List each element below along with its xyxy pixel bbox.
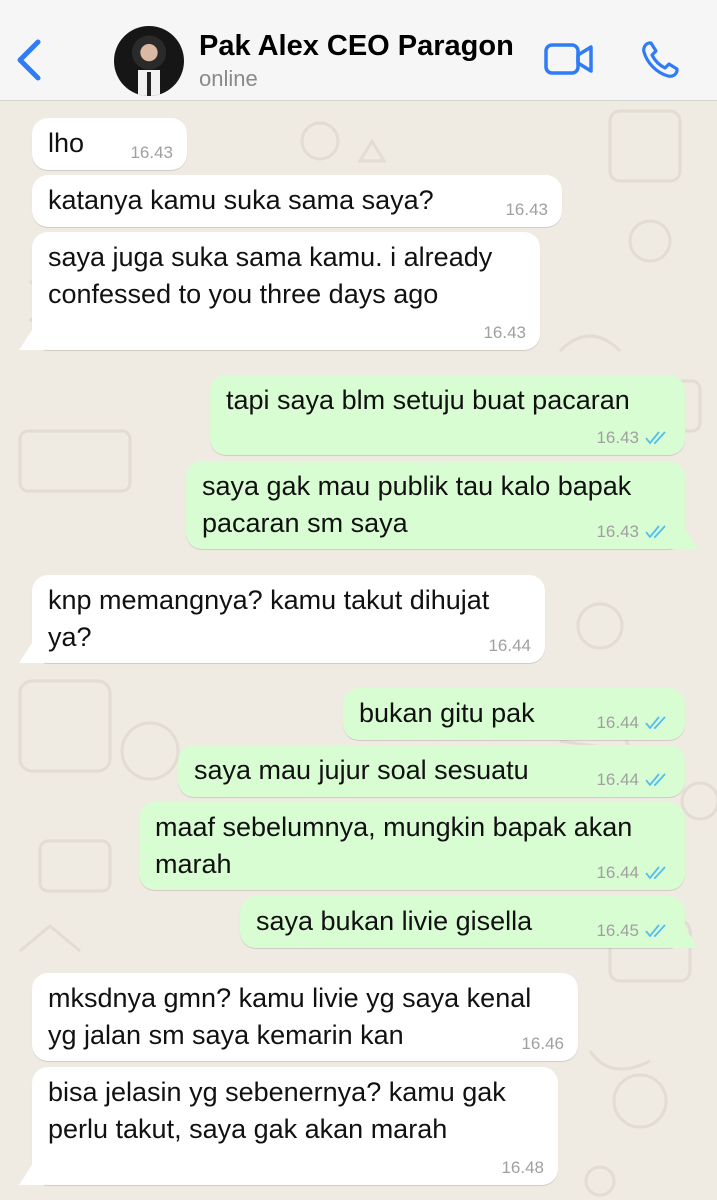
chat-header: Pak Alex CEO Paragon online (0, 0, 717, 101)
message-time: 16.44 (596, 713, 639, 732)
message-outgoing[interactable]: saya bukan livie gisella 16.45 (240, 896, 685, 948)
message-time: 16.44 (596, 863, 639, 882)
message-time: 16.48 (501, 1158, 544, 1177)
read-receipt-icon (645, 773, 666, 787)
message-outgoing[interactable]: maaf sebelumnya, mungkin bapak akan mara… (139, 802, 685, 890)
message-text: saya bukan livie gisella (256, 906, 533, 936)
read-receipt-icon (645, 716, 666, 730)
video-call-icon[interactable] (544, 42, 594, 76)
message-time: 16.46 (521, 1034, 564, 1053)
message-time: 16.44 (488, 636, 531, 655)
message-incoming[interactable]: bisa jelasin yg sebenernya? kamu gak per… (32, 1067, 558, 1185)
message-meta: 16.44 (596, 770, 669, 790)
message-text: mksdnya gmn? kamu livie yg saya kenal yg… (48, 983, 532, 1050)
message-text: maaf sebelumnya, mungkin bapak akan mara… (155, 812, 633, 879)
message-text: katanya kamu suka sama saya? (48, 185, 434, 215)
contact-name[interactable]: Pak Alex CEO Paragon (199, 30, 514, 63)
message-incoming[interactable]: knp memangnya? kamu takut dihujat ya? 16… (32, 575, 545, 663)
message-text: bukan gitu pak (359, 698, 535, 728)
message-text: bisa jelasin yg sebenernya? kamu gak per… (48, 1077, 506, 1144)
message-outgoing[interactable]: saya gak mau publik tau kalo bapak pacar… (186, 461, 685, 549)
phone-icon[interactable] (640, 40, 680, 80)
message-text: knp memangnya? kamu takut dihujat ya? (48, 585, 490, 652)
message-incoming[interactable]: lho 16.43 (32, 118, 187, 170)
message-meta: 16.44 (596, 863, 669, 883)
read-receipt-icon (645, 924, 666, 938)
message-text: saya mau jujur soal sesuatu (194, 755, 529, 785)
message-list[interactable]: lho 16.43 katanya kamu suka sama saya? 1… (0, 101, 717, 1200)
message-meta: 16.43 (596, 522, 669, 542)
message-time: 16.43 (596, 522, 639, 541)
message-incoming[interactable]: katanya kamu suka sama saya? 16.43 (32, 175, 562, 227)
message-outgoing[interactable]: tapi saya blm setuju buat pacaran 16.43 (210, 375, 685, 455)
message-time: 16.45 (596, 921, 639, 940)
message-meta: 16.43 (596, 428, 669, 448)
message-text: saya gak mau publik tau kalo bapak pacar… (202, 471, 632, 538)
contact-avatar[interactable] (114, 26, 184, 96)
message-time: 16.43 (130, 143, 173, 162)
message-time: 16.43 (483, 323, 526, 342)
message-meta: 16.45 (596, 921, 669, 941)
message-text: tapi saya blm setuju buat pacaran (226, 385, 630, 415)
message-text: saya juga suka sama kamu. i already conf… (48, 242, 493, 309)
message-time: 16.43 (505, 200, 548, 219)
message-outgoing[interactable]: bukan gitu pak 16.44 (343, 688, 685, 740)
message-meta: 16.44 (596, 713, 669, 733)
message-incoming[interactable]: saya juga suka sama kamu. i already conf… (32, 232, 540, 350)
contact-status: online (199, 66, 258, 91)
message-time: 16.43 (596, 428, 639, 447)
message-outgoing[interactable]: saya mau jujur soal sesuatu 16.44 (178, 745, 685, 797)
chevron-left-icon[interactable] (14, 38, 44, 82)
message-incoming[interactable]: mksdnya gmn? kamu livie yg saya kenal yg… (32, 973, 578, 1061)
read-receipt-icon (645, 431, 666, 445)
read-receipt-icon (645, 866, 666, 880)
message-time: 16.44 (596, 770, 639, 789)
message-text: lho (48, 128, 85, 158)
read-receipt-icon (645, 525, 666, 539)
